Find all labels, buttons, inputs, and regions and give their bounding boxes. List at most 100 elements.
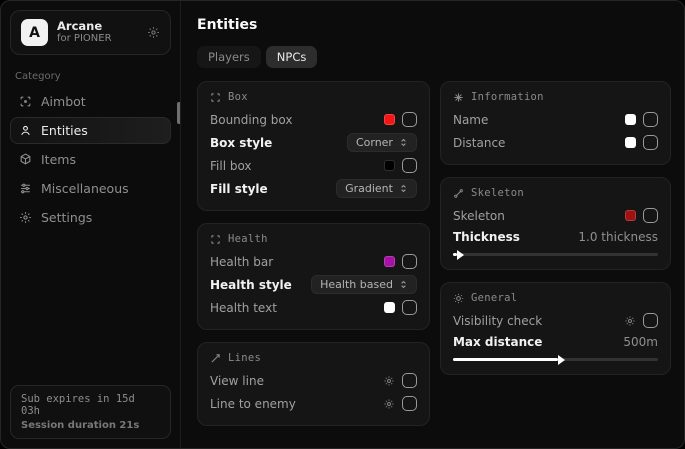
color-swatch[interactable] [625,137,636,148]
skeleton-card-header: Skeleton [453,187,658,199]
setting-row: Skeleton [453,204,658,227]
color-swatch[interactable] [384,302,395,313]
color-swatch[interactable] [384,256,395,267]
checkbox[interactable] [402,112,417,127]
entities-icon [19,124,32,137]
dropdown-value: Health based [320,278,393,291]
color-swatch[interactable] [384,114,395,125]
checkbox[interactable] [402,300,417,315]
card-title: Information [471,91,544,103]
sun-icon [453,293,464,304]
sidebar-item-label: Entities [41,123,88,138]
checkbox[interactable] [402,373,417,388]
row-settings-gear-icon[interactable] [624,315,636,327]
checkbox[interactable] [402,158,417,173]
color-swatch[interactable] [384,160,395,171]
app-logo: A [21,19,48,46]
sidebar-item-entities[interactable]: Entities [10,117,171,144]
checkbox[interactable] [643,208,658,223]
slider-label: Max distance [453,335,542,349]
active-item-indicator [177,102,180,124]
sidebar-item-label: Settings [41,210,92,225]
general-card: General Visibility check [440,282,671,375]
setting-row: Line to enemy [210,392,417,415]
slider-thumb[interactable] [457,250,464,260]
brackets-icon [210,92,221,103]
row-label: Bounding box [210,113,292,127]
setting-row: Health text [210,296,417,319]
right-column: Information Name Distance [440,81,671,375]
row-label: Box style [210,136,272,150]
sidebar-item-items[interactable]: Items [10,146,171,173]
row-label: Health text [210,301,277,315]
chevron-updown-icon [399,137,408,148]
row-label: Health bar [210,255,273,269]
sidebar-item-settings[interactable]: Settings [10,204,171,231]
setting-row: Visibility check [453,309,658,332]
checkbox[interactable] [402,396,417,411]
slider-label: Thickness [453,230,520,244]
logo-card: A Arcane for PIONER [10,10,171,55]
tab-bar: Players NPCs [197,46,671,68]
slider-label-row: Max distance 500m [453,332,658,352]
row-settings-gear-icon[interactable] [383,375,395,387]
left-column: Box Bounding box Box style Corner [197,81,430,426]
session-duration-text: Session duration 21s [21,420,160,431]
sliders-icon [19,182,32,195]
lines-card-header: Lines [210,352,417,364]
app-subtitle: for PIONER [57,33,138,46]
setting-row: Distance [453,131,658,154]
row-label: Skeleton [453,209,505,223]
checkbox[interactable] [643,313,658,328]
bone-icon [453,188,464,199]
app-name: Arcane [57,19,138,33]
setting-row: Fill box [210,154,417,177]
sidebar-item-label: Items [41,152,76,167]
checkbox[interactable] [643,135,658,150]
checkbox[interactable] [402,254,417,269]
row-label: Name [453,113,488,127]
slider-value: 500m [623,335,658,349]
row-settings-gear-icon[interactable] [383,398,395,410]
checkbox[interactable] [643,112,658,127]
slider-thumb[interactable] [558,355,565,365]
row-label: View line [210,374,264,388]
card-title: Lines [228,352,261,364]
setting-row: Bounding box [210,108,417,131]
sidebar-item-miscellaneous[interactable]: Miscellaneous [10,175,171,202]
fill-style-dropdown[interactable]: Gradient [336,179,417,198]
tab-npcs[interactable]: NPCs [266,46,318,68]
general-card-header: General [453,292,658,304]
subscription-card: Sub expires in 15d 03h Session duration … [10,385,171,439]
row-label: Fill box [210,159,252,173]
color-swatch[interactable] [625,210,636,221]
page-title: Entities [197,17,671,33]
crosshair-icon [19,95,32,108]
sidebar-item-label: Miscellaneous [41,181,129,196]
setting-row: Name [453,108,658,131]
tab-players[interactable]: Players [197,46,261,68]
thickness-slider[interactable] [453,253,658,256]
box-style-dropdown[interactable]: Corner [347,133,417,152]
box-card-header: Box [210,91,417,103]
sidebar-item-aimbot[interactable]: Aimbot [10,88,171,115]
sidebar-item-label: Aimbot [41,94,86,109]
app-window: A Arcane for PIONER Category [0,0,685,449]
setting-row: Fill style Gradient [210,177,417,200]
dropdown-value: Gradient [345,182,393,195]
health-card: Health Health bar Health style Health ba… [197,223,430,330]
information-card: Information Name Distance [440,81,671,165]
max-distance-slider[interactable] [453,358,658,361]
app-title-block: Arcane for PIONER [57,19,138,46]
cards-grid: Box Bounding box Box style Corner [197,81,671,426]
color-swatch[interactable] [625,114,636,125]
health-style-dropdown[interactable]: Health based [311,275,417,294]
row-label: Health style [210,278,292,292]
settings-gear-icon[interactable] [147,26,160,39]
row-label: Visibility check [453,314,542,328]
dropdown-value: Corner [356,136,393,149]
main-panel: Entities Players NPCs Box [181,1,684,448]
information-card-header: Information [453,91,658,103]
cube-icon [19,153,32,166]
setting-row: Health style Health based [210,273,417,296]
